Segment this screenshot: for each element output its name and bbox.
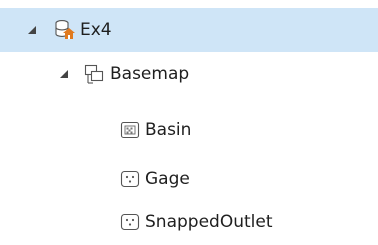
point-feature-class-icon (119, 168, 141, 190)
point-feature-class-icon (119, 211, 141, 233)
tree-node-basemap[interactable]: Basemap (0, 52, 378, 96)
tree-node-snappedoutlet[interactable]: SnappedOutlet (0, 200, 378, 244)
tree-node-basin[interactable]: Basin (0, 108, 378, 152)
triangle-expanded-icon (60, 70, 68, 78)
tree-node-gage[interactable]: Gage (0, 157, 378, 201)
tree-node-label: Basemap (110, 64, 190, 84)
tree-node-ex4[interactable]: Ex4 (0, 8, 378, 52)
geodatabase-home-icon (54, 19, 76, 41)
catalog-tree: Ex4 Basemap Basin Gage SnappedOutlet (0, 0, 378, 245)
feature-dataset-icon (84, 63, 106, 85)
tree-node-label: SnappedOutlet (145, 212, 273, 232)
tree-node-label: Gage (145, 169, 190, 189)
raster-layer-icon (119, 119, 141, 141)
tree-node-label: Basin (145, 120, 192, 140)
tree-node-label: Ex4 (80, 20, 112, 40)
expand-collapse-toggle[interactable] (26, 24, 38, 36)
expand-collapse-toggle[interactable] (58, 68, 70, 80)
triangle-expanded-icon (28, 26, 36, 34)
